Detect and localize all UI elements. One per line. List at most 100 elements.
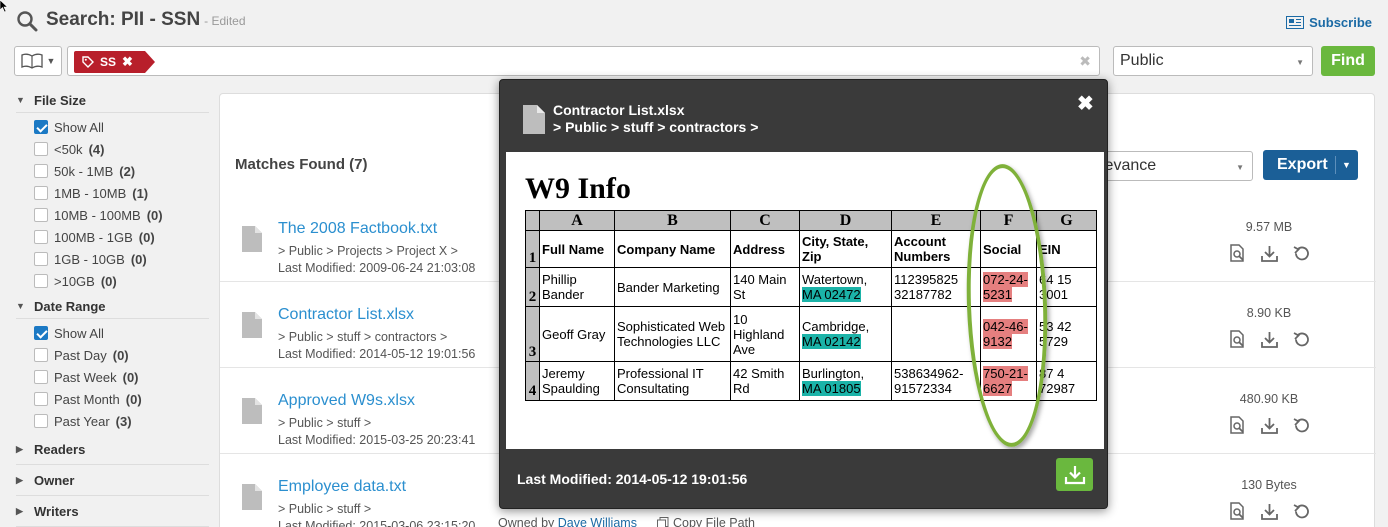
search-icon	[17, 11, 38, 32]
restore-icon[interactable]	[1292, 244, 1311, 263]
checkbox[interactable]	[34, 392, 48, 406]
page-header: Search: PII - SSN - Edited Subscribe	[0, 0, 1388, 44]
row-number: 1	[525, 230, 540, 268]
filter-option[interactable]: Show All	[16, 116, 209, 138]
download-icon[interactable]	[1260, 330, 1279, 349]
column-header: G	[1036, 210, 1097, 231]
filter-file-size: ▼ File Size Show All <50k (4) 50k - 1MB (2)…	[0, 88, 215, 294]
chevron-down-icon: ▼	[46, 56, 56, 66]
filter-header[interactable]: ▶ Owner	[16, 465, 209, 496]
result-name-link[interactable]: The 2008 Factbook.txt	[278, 220, 437, 238]
result-size: 9.57 MB	[1245, 220, 1293, 234]
saved-searches-button[interactable]: ▼	[14, 46, 62, 76]
sheet-cell: 10 Highland Ave	[730, 306, 800, 362]
filter-date-range: ▼ Date Range Show All Past Day (0) Past We…	[0, 294, 215, 434]
filter-option[interactable]: <50k (4)	[16, 138, 209, 160]
preview-icon[interactable]	[1228, 416, 1247, 435]
sheet-cell: 42 Smith Rd	[730, 361, 800, 401]
filter-header[interactable]: ▼ Date Range	[16, 294, 215, 318]
result-name-link[interactable]: Employee data.txt	[278, 478, 406, 496]
download-icon[interactable]	[1260, 416, 1279, 435]
row-number: 3	[525, 306, 540, 362]
filter-option[interactable]: Past Year (3)	[16, 410, 209, 432]
scope-select[interactable]: Public ▼	[1113, 46, 1313, 76]
filter-option[interactable]: 1GB - 10GB (0)	[16, 248, 209, 270]
sheet-cell: Cambridge, MA 02142	[799, 306, 892, 362]
download-icon[interactable]	[1260, 502, 1279, 521]
document-icon	[242, 312, 262, 338]
popup-file-name: Contractor List.xlsx	[553, 102, 685, 118]
filter-header[interactable]: ▶ Readers	[16, 434, 209, 465]
checkbox[interactable]	[34, 164, 48, 178]
filter-readers: ▶ Readers	[0, 434, 215, 465]
copy-file-path-button[interactable]: Copy File Path	[657, 516, 755, 527]
sheet-cell: Burlington, MA 01805	[799, 361, 892, 401]
checkbox[interactable]	[34, 252, 48, 266]
chevron-down-icon: ▼	[1296, 58, 1304, 67]
close-icon[interactable]: ✖	[1077, 91, 1094, 116]
download-icon	[1064, 465, 1085, 484]
sort-select[interactable]: levance ▼	[1090, 151, 1253, 181]
checkbox[interactable]	[34, 326, 48, 340]
filter-option[interactable]: 1MB - 10MB (1)	[16, 182, 209, 204]
clear-search-icon[interactable]: ✖	[1079, 53, 1091, 70]
caret-right-icon: ▶	[16, 474, 23, 485]
caret-down-icon: ▼	[16, 95, 25, 105]
result-modified: Last Modified: 2015-03-25 20:23:41	[278, 433, 476, 447]
sheet-cell: 140 Main St	[730, 267, 800, 307]
newspaper-icon	[1286, 16, 1305, 29]
filter-option[interactable]: 100MB - 1GB (0)	[16, 226, 209, 248]
result-name-link[interactable]: Contractor List.xlsx	[278, 306, 414, 324]
sheet-cell: Professional IT Consultating	[614, 361, 731, 401]
search-bar: ▼ SS ✖ ✖ Public ▼ Find	[0, 46, 1388, 78]
filter-option[interactable]: >10GB (0)	[16, 270, 209, 292]
checkbox[interactable]	[34, 208, 48, 222]
export-button[interactable]: Export ▼	[1263, 150, 1358, 180]
search-input[interactable]: SS ✖ ✖	[67, 46, 1100, 76]
find-button[interactable]: Find	[1321, 46, 1375, 76]
sheet-cell: Bander Marketing	[614, 267, 731, 307]
owner-link[interactable]: Dave Williams	[558, 516, 637, 527]
restore-icon[interactable]	[1292, 416, 1311, 435]
result-name-link[interactable]: Approved W9s.xlsx	[278, 392, 415, 410]
result-path: > Public > stuff > contractors >	[278, 330, 448, 344]
sheet-title: W9 Info	[525, 172, 631, 205]
filter-option[interactable]: 10MB - 100MB (0)	[16, 204, 209, 226]
result-size: 480.90 KB	[1239, 392, 1299, 406]
search-tag-chip[interactable]: SS ✖	[74, 51, 155, 73]
checkbox[interactable]	[34, 142, 48, 156]
restore-icon[interactable]	[1292, 330, 1311, 349]
checkbox[interactable]	[34, 120, 48, 134]
filter-option[interactable]: Past Month (0)	[16, 388, 209, 410]
checkbox[interactable]	[34, 370, 48, 384]
preview-icon[interactable]	[1228, 244, 1247, 263]
sheet-cell: EIN	[1036, 230, 1097, 268]
document-icon	[523, 105, 545, 134]
remove-tag-icon[interactable]: ✖	[122, 54, 133, 70]
checkbox[interactable]	[34, 348, 48, 362]
filter-header[interactable]: ▶ Writers	[16, 496, 209, 527]
filter-header[interactable]: ▼ File Size	[16, 88, 215, 112]
filter-option[interactable]: Show All	[16, 322, 209, 344]
filter-option[interactable]: Past Day (0)	[16, 344, 209, 366]
restore-icon[interactable]	[1292, 502, 1311, 521]
popup-download-button[interactable]	[1056, 458, 1093, 491]
checkbox[interactable]	[34, 230, 48, 244]
document-icon	[242, 398, 262, 424]
column-header: A	[539, 210, 615, 231]
preview-icon[interactable]	[1228, 330, 1247, 349]
checkbox[interactable]	[34, 414, 48, 428]
preview-icon[interactable]	[1228, 502, 1247, 521]
result-modified: Last Modified: 2015-03-06 23:15:20	[278, 519, 476, 527]
sheet-cell: Phillip Bander	[539, 267, 615, 307]
filter-option[interactable]: Past Week (0)	[16, 366, 209, 388]
sheet-cell: 538634962-91572334	[891, 361, 981, 401]
checkbox[interactable]	[34, 186, 48, 200]
checkbox[interactable]	[34, 274, 48, 288]
chevron-down-icon[interactable]: ▼	[1335, 156, 1351, 174]
filter-option[interactable]: 50k - 1MB (2)	[16, 160, 209, 182]
download-icon[interactable]	[1260, 244, 1279, 263]
subscribe-link[interactable]: Subscribe	[1286, 15, 1372, 30]
caret-right-icon: ▶	[16, 505, 23, 516]
sheet-cell: 87 4 72987	[1036, 361, 1097, 401]
